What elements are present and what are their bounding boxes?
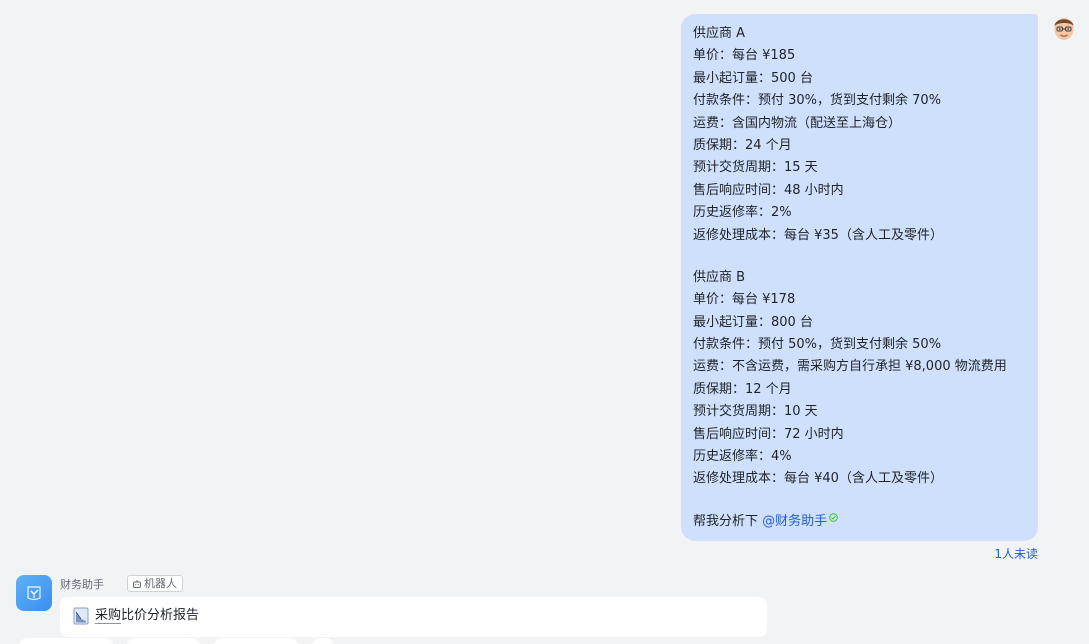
supplier-b-moq: 最小起订量：800 台	[693, 314, 813, 330]
supplier-b-lead-time: 预计交货周期：10 天	[693, 404, 818, 420]
robot-icon	[133, 579, 141, 588]
supplier-a-moq: 最小起订量：500 台	[693, 70, 813, 86]
supplier-a-shipping: 运费：含国内物流（配送至上海仓）	[693, 115, 902, 131]
mention-link[interactable]: @财务助手	[762, 514, 827, 529]
supplier-b-header: 供应商 B	[693, 269, 746, 285]
supplier-a-repair-rate: 历史返修率：2%	[693, 205, 792, 221]
bot-tag: 机器人	[127, 575, 183, 592]
read-status[interactable]: 1人未读	[994, 545, 1038, 562]
chat-window: 供应商 A 单价：每台 ¥185 最小起订量：500 台 付款条件：预付 30%…	[0, 0, 1089, 644]
report-document-icon	[73, 607, 89, 625]
supplier-b-shipping: 运费：不含运费，需采购方自行承担 ¥8,000 物流费用	[693, 359, 1007, 375]
report-title-link[interactable]: 采购	[95, 608, 122, 624]
supplier-a-payment-terms: 付款条件：预付 30%，货到支付剩余 70%	[693, 93, 942, 109]
bot-tag-label: 机器人	[144, 577, 177, 590]
supplier-b-response-time: 售后响应时间：72 小时内	[693, 426, 844, 442]
supplier-b-repair-cost: 返修处理成本：每台 ¥40（含人工及零件）	[693, 471, 943, 487]
bot-name[interactable]: 财务助手	[60, 576, 104, 592]
supplier-a-repair-cost: 返修处理成本：每台 ¥35（含人工及零件）	[693, 227, 943, 243]
user-message-bubble[interactable]: 供应商 A 单价：每台 ¥185 最小起订量：500 台 付款条件：预付 30%…	[681, 14, 1038, 541]
bot-report-card[interactable]: 采购比价分析报告	[60, 597, 767, 637]
supplier-b-warranty: 质保期：12 个月	[693, 381, 792, 397]
supplier-a-unit-price: 单价：每台 ¥185	[693, 48, 796, 64]
supplier-b-repair-rate: 历史返修率：4%	[693, 449, 792, 465]
bot-avatar[interactable]	[16, 575, 52, 611]
user-avatar[interactable]	[1052, 14, 1076, 42]
supplier-a-header: 供应商 A	[693, 26, 746, 41]
quick-action-chip[interactable]	[18, 638, 114, 644]
report-title-rest: 比价分析报告	[121, 608, 200, 623]
quick-action-chip[interactable]	[213, 638, 299, 644]
supplier-a-warranty: 质保期：24 个月	[693, 137, 792, 153]
report-title: 采购比价分析报告	[95, 606, 199, 626]
request-line: 帮我分析下 @财务助手	[693, 511, 1038, 533]
quick-action-chip[interactable]	[126, 638, 201, 644]
supplier-b-unit-price: 单价：每台 ¥178	[693, 292, 796, 308]
quick-action-chip[interactable]	[311, 638, 335, 644]
supplier-b-payment-terms: 付款条件：预付 50%，货到支付剩余 50%	[693, 337, 942, 353]
finance-assistant-logo-icon	[27, 586, 41, 601]
request-text: 帮我分析下	[693, 513, 763, 529]
mention-read-check-icon	[829, 513, 838, 522]
supplier-a-response-time: 售后响应时间：48 小时内	[693, 182, 844, 198]
memoji-avatar-icon	[1054, 18, 1074, 40]
supplier-a-lead-time: 预计交货周期：15 天	[693, 160, 818, 176]
